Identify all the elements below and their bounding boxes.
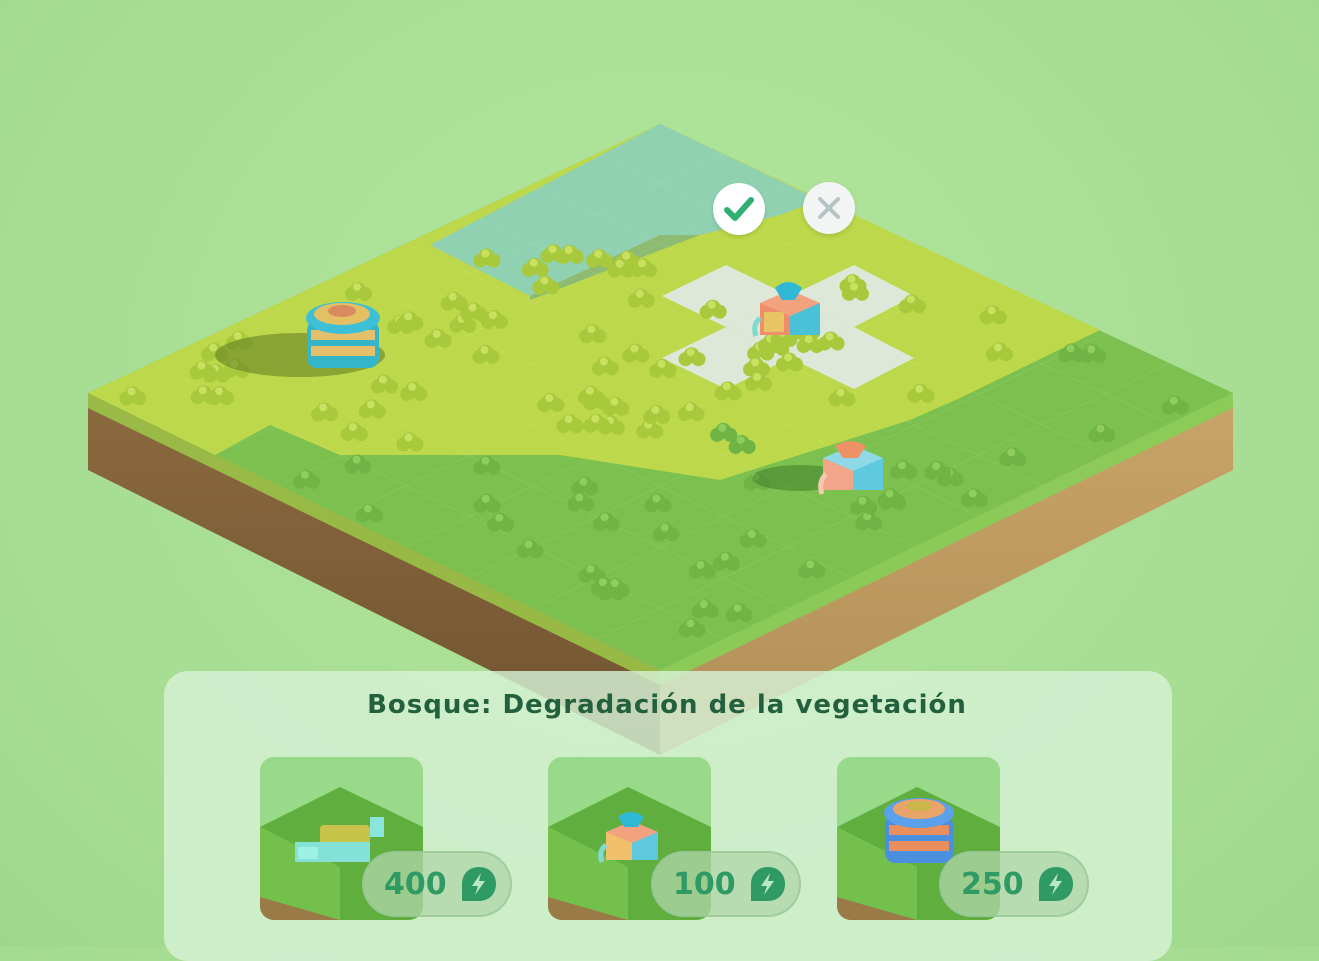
cancel-button[interactable] xyxy=(803,182,855,234)
close-icon xyxy=(818,197,840,219)
leaf-energy-icon xyxy=(751,867,785,901)
cost-badge-storage-silo[interactable]: 250 xyxy=(939,851,1089,917)
cost-value: 100 xyxy=(673,866,736,902)
cost-value: 400 xyxy=(384,866,447,902)
cost-badge-solar-collector[interactable]: 400 xyxy=(362,851,512,917)
zone-title: Bosque: Degradación de la vegetación xyxy=(367,690,967,720)
confirm-button[interactable] xyxy=(713,183,765,235)
check-icon xyxy=(724,197,754,221)
leaf-energy-icon xyxy=(1039,867,1073,901)
cost-badge-water-pump[interactable]: 100 xyxy=(651,851,801,917)
cost-value: 250 xyxy=(961,866,1024,902)
leaf-energy-icon xyxy=(462,867,496,901)
